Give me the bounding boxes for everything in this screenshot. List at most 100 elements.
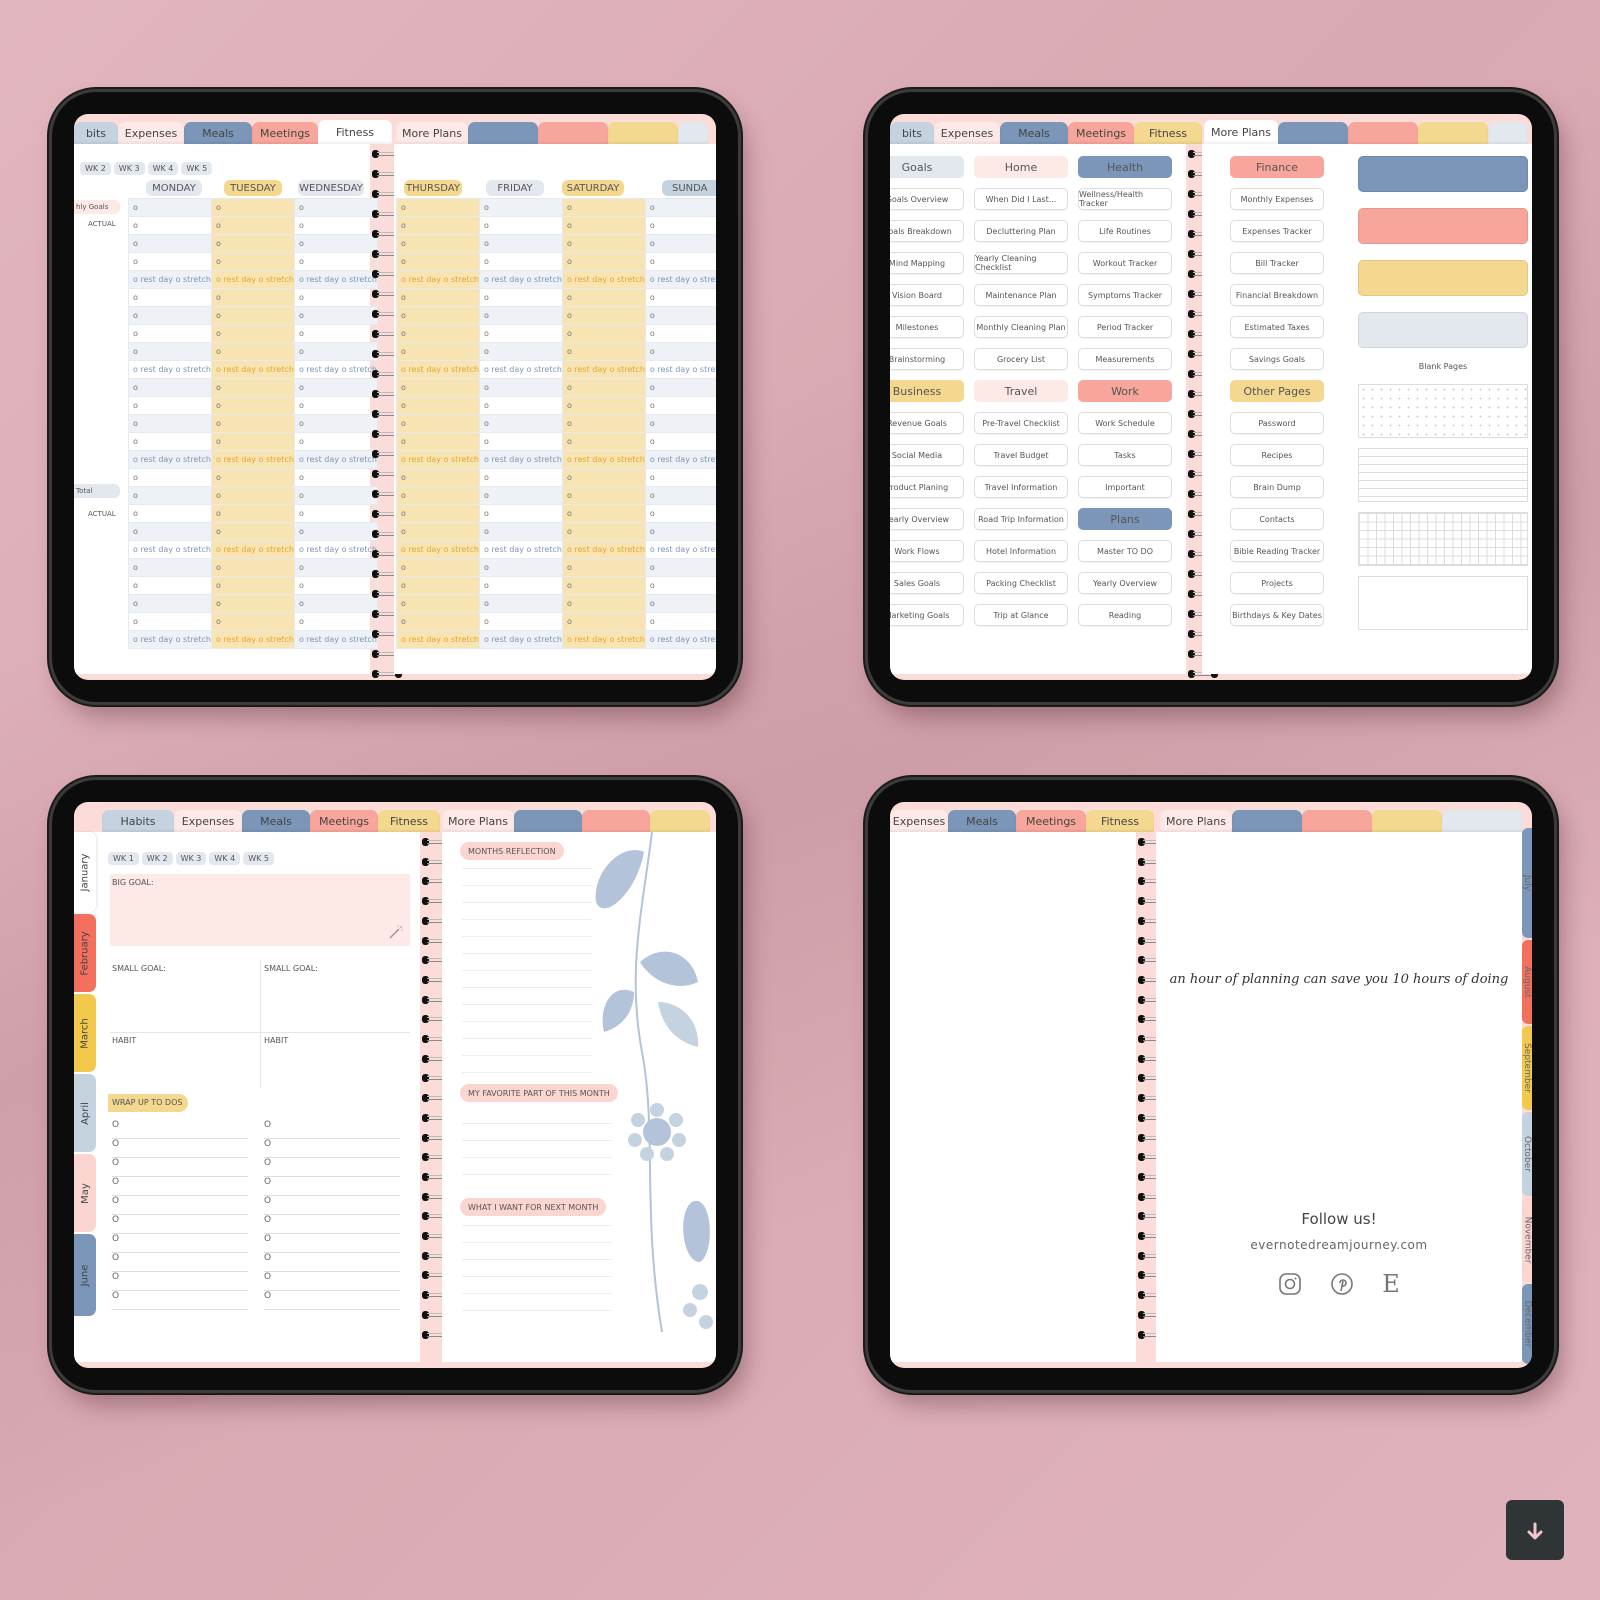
checkbox-cell[interactable]: o	[210, 288, 295, 307]
todo-item[interactable]: O	[264, 1291, 400, 1310]
todo-checkbox[interactable]: O	[264, 1158, 271, 1168]
checkbox-cell[interactable]: o	[396, 342, 480, 361]
tab-blank-yellow[interactable]	[650, 810, 710, 832]
checkbox-cell[interactable]: o	[478, 594, 563, 613]
blank-page-dotted[interactable]	[1358, 384, 1528, 438]
checkbox-cell[interactable]: o	[561, 522, 646, 541]
checkbox-cell[interactable]: o	[293, 414, 378, 433]
rest-stretch-cell[interactable]: o rest day o stretch	[396, 630, 480, 649]
todo-checkbox[interactable]: O	[112, 1139, 119, 1149]
checkbox-cell[interactable]: o	[478, 378, 563, 397]
rest-stretch-cell[interactable]: o rest day o stretch	[644, 630, 716, 649]
checkbox-cell[interactable]: o	[478, 468, 563, 487]
checkbox-cell[interactable]: o	[128, 216, 212, 235]
checkbox-cell[interactable]: o	[644, 378, 716, 397]
checkbox-cell[interactable]: o	[128, 594, 212, 613]
checkbox-cell[interactable]: o	[561, 324, 646, 343]
checkbox-cell[interactable]: o	[478, 324, 563, 343]
rest-stretch-cell[interactable]: o rest day o stretch	[396, 540, 480, 559]
checkbox-cell[interactable]: o	[293, 234, 378, 253]
todo-item[interactable]: O	[112, 1272, 248, 1291]
todo-checkbox[interactable]: O	[112, 1272, 119, 1282]
checkbox-cell[interactable]: o	[561, 288, 646, 307]
todo-item[interactable]: O	[264, 1234, 400, 1253]
page-link[interactable]: Yearly Overview	[890, 508, 964, 530]
checkbox-cell[interactable]: o	[293, 576, 378, 595]
writing-line[interactable]	[462, 902, 592, 903]
month-tab-december[interactable]: December	[1522, 1284, 1532, 1364]
checkbox-cell[interactable]: o	[396, 594, 480, 613]
etsy-icon[interactable]: E	[1382, 1272, 1400, 1296]
checkbox-cell[interactable]: o	[478, 522, 563, 541]
checkbox-cell[interactable]: o	[561, 558, 646, 577]
rest-stretch-cell[interactable]: o rest day o stretch	[478, 360, 563, 379]
checkbox-cell[interactable]: o	[478, 432, 563, 451]
tab-meals[interactable]: Meals	[1000, 122, 1068, 144]
page-link[interactable]: Birthdays & Key Dates	[1230, 604, 1324, 626]
checkbox-cell[interactable]: o	[478, 504, 563, 523]
week-tab[interactable]: WK 4	[209, 852, 241, 865]
checkbox-cell[interactable]: o	[644, 198, 716, 217]
checkbox-cell[interactable]: o	[128, 468, 212, 487]
checkbox-cell[interactable]: o	[210, 396, 295, 415]
checkbox-cell[interactable]: o	[396, 252, 480, 271]
todo-item[interactable]: O	[112, 1215, 248, 1234]
tab-blank-blue[interactable]	[1278, 122, 1348, 144]
checkbox-cell[interactable]: o	[561, 612, 646, 631]
checkbox-cell[interactable]: o	[644, 216, 716, 235]
week-tab[interactable]: WK 3	[175, 852, 207, 865]
page-link[interactable]: Goals Breakdown	[890, 220, 964, 242]
page-link[interactable]: Master TO DO	[1078, 540, 1172, 562]
tab-meetings[interactable]: Meetings	[1016, 810, 1086, 832]
page-link[interactable]: Sales Goals	[890, 572, 964, 594]
rest-stretch-cell[interactable]: o rest day o stretch	[478, 450, 563, 469]
page-link[interactable]: Trip at Glance	[974, 604, 1068, 626]
checkbox-cell[interactable]: o	[644, 486, 716, 505]
checkbox-cell[interactable]: o	[396, 576, 480, 595]
checkbox-cell[interactable]: o	[293, 504, 378, 523]
page-link[interactable]: Symptoms Tracker	[1078, 284, 1172, 306]
todo-checkbox[interactable]: O	[112, 1291, 119, 1301]
rest-stretch-cell[interactable]: o rest day o stretch	[561, 270, 646, 289]
month-tab-may[interactable]: May	[74, 1154, 96, 1232]
tab-blank-coral[interactable]	[1302, 810, 1372, 832]
todo-checkbox[interactable]: O	[264, 1215, 271, 1225]
writing-line[interactable]	[462, 987, 592, 988]
checkbox-cell[interactable]: o	[396, 504, 480, 523]
todo-item[interactable]: O	[264, 1253, 400, 1272]
week-tab[interactable]: WK 1	[108, 852, 139, 865]
checkbox-cell[interactable]: o	[128, 522, 212, 541]
checkbox-cell[interactable]: o	[561, 576, 646, 595]
page-link[interactable]: Milestones	[890, 316, 964, 338]
checkbox-cell[interactable]: o	[561, 432, 646, 451]
tab-blank-grey[interactable]	[678, 122, 708, 144]
checkbox-cell[interactable]: o	[396, 414, 480, 433]
checkbox-cell[interactable]: o	[128, 414, 212, 433]
blank-page-lined[interactable]	[1358, 448, 1528, 502]
checkbox-cell[interactable]: o	[561, 594, 646, 613]
checkbox-cell[interactable]: o	[128, 252, 212, 271]
rest-stretch-cell[interactable]: o rest day o stretch	[478, 270, 563, 289]
rest-stretch-cell[interactable]: o rest day o stretch	[210, 360, 295, 379]
checkbox-cell[interactable]: o	[644, 432, 716, 451]
page-link[interactable]: Grocery List	[974, 348, 1068, 370]
tab-meetings[interactable]: Meetings	[252, 122, 318, 144]
checkbox-cell[interactable]: o	[128, 324, 212, 343]
page-link[interactable]: Pre-Travel Checklist	[974, 412, 1068, 434]
tab-fitness[interactable]: Fitness	[378, 810, 440, 832]
page-link[interactable]: Life Routines	[1078, 220, 1172, 242]
rest-stretch-cell[interactable]: o rest day o stretch	[644, 360, 716, 379]
tab-meals[interactable]: Meals	[948, 810, 1016, 832]
tab-blank-coral[interactable]	[538, 122, 608, 144]
checkbox-cell[interactable]: o	[561, 378, 646, 397]
page-link[interactable]: Decluttering Plan	[974, 220, 1068, 242]
todo-checkbox[interactable]: O	[112, 1158, 119, 1168]
rest-stretch-cell[interactable]: o rest day o stretch	[396, 270, 480, 289]
checkbox-cell[interactable]: o	[644, 306, 716, 325]
todo-checkbox[interactable]: O	[264, 1291, 271, 1301]
page-link[interactable]: Work Schedule	[1078, 412, 1172, 434]
week-tab[interactable]: WK 2	[141, 852, 173, 865]
month-tab-march[interactable]: March	[74, 994, 96, 1072]
month-tab-april[interactable]: April	[74, 1074, 96, 1152]
month-tab-november[interactable]: November	[1522, 1198, 1532, 1282]
